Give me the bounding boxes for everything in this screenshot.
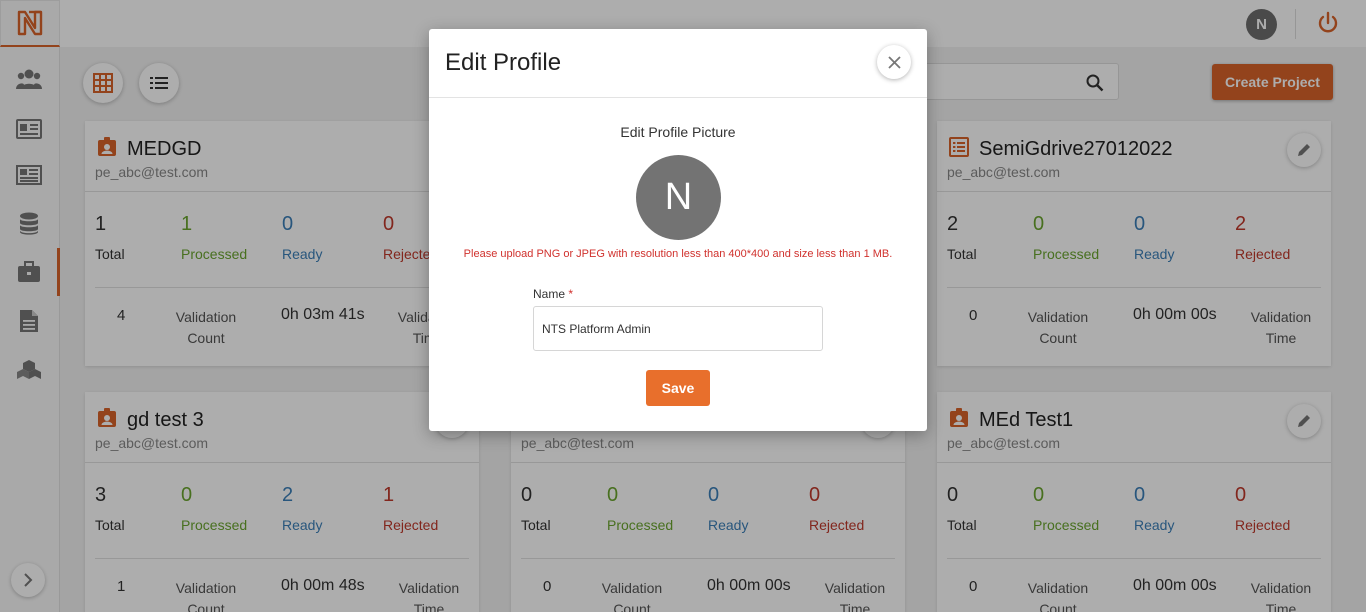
edit-profile-dialog: Edit Profile Edit Profile Picture N Plea…: [429, 29, 927, 431]
close-icon: [887, 55, 901, 69]
name-field[interactable]: [533, 306, 823, 351]
close-dialog-button[interactable]: [877, 45, 911, 79]
dialog-title: Edit Profile: [445, 49, 562, 76]
name-label: Name *: [533, 287, 573, 301]
upload-requirements-note: Please upload PNG or JPEG with resolutio…: [463, 248, 893, 260]
save-button[interactable]: Save: [646, 370, 710, 406]
profile-picture-label: Edit Profile Picture: [620, 124, 736, 140]
name-label-text: Name: [533, 287, 566, 301]
required-asterisk: *: [568, 287, 574, 301]
dialog-header: Edit Profile: [429, 29, 927, 98]
profile-picture-avatar[interactable]: N: [636, 155, 721, 240]
